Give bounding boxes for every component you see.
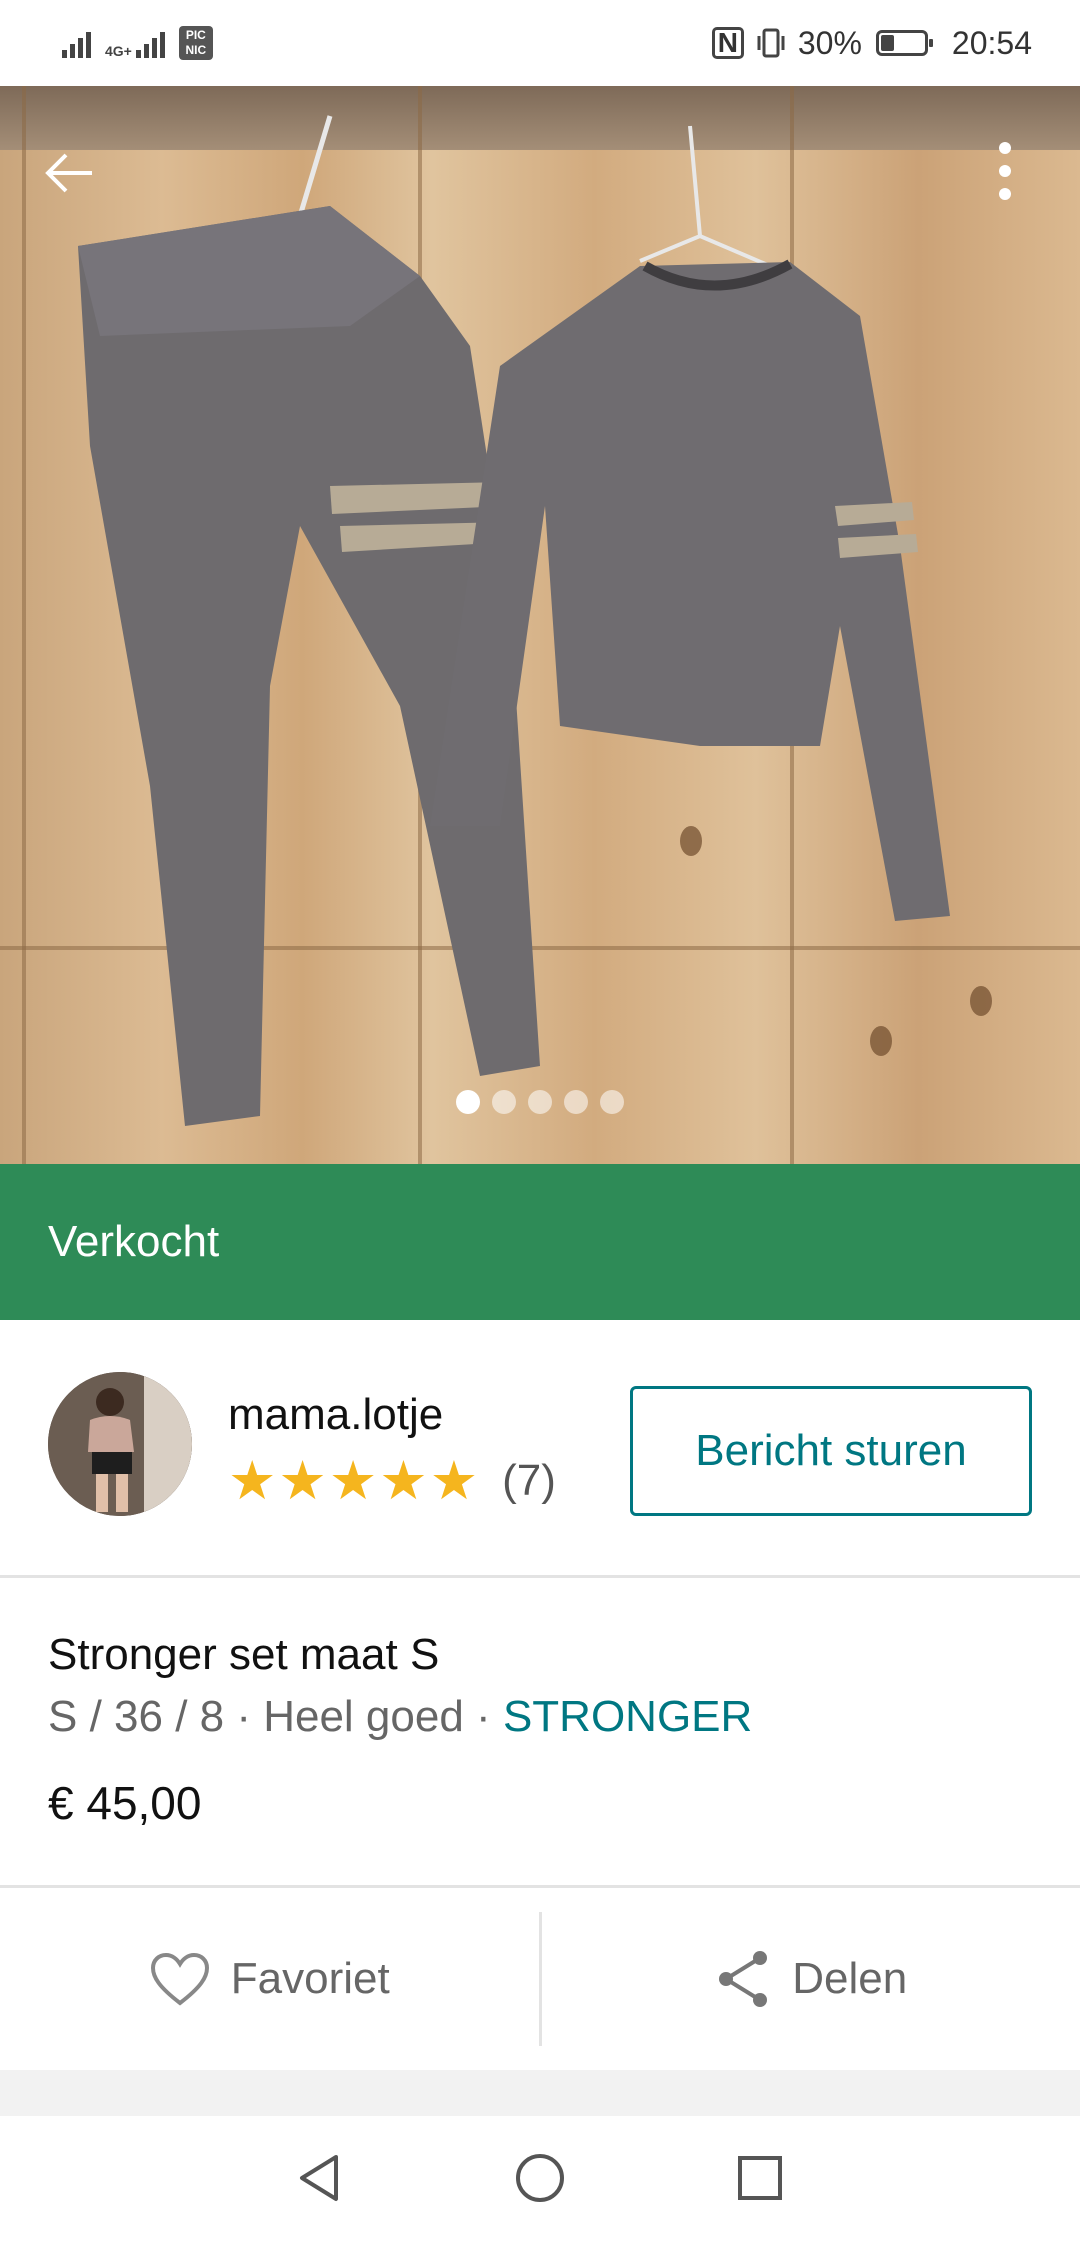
network-indicator: 4G+ bbox=[105, 28, 165, 58]
share-icon bbox=[719, 1951, 768, 2007]
clock: 20:54 bbox=[951, 24, 1032, 61]
battery-fill bbox=[880, 35, 894, 51]
more-options-button[interactable] bbox=[990, 136, 1020, 216]
seller-username[interactable]: mama.lotje bbox=[228, 1390, 443, 1440]
nav-recents-button[interactable] bbox=[736, 2154, 784, 2207]
avatar-image bbox=[48, 1372, 192, 1516]
sold-label: Verkocht bbox=[48, 1217, 220, 1266]
heart-icon bbox=[150, 1952, 209, 2006]
send-message-button[interactable]: Bericht sturen bbox=[630, 1386, 1032, 1516]
star-icon: ★ bbox=[228, 1451, 277, 1511]
star-icon: ★ bbox=[328, 1451, 378, 1511]
section-gap bbox=[0, 2070, 1080, 2116]
favorite-button[interactable]: Favoriet bbox=[0, 1888, 539, 2070]
status-bar: 4G+ PIC NIC N 30% 20:54 bbox=[0, 0, 1080, 86]
battery-percent: 30% bbox=[797, 24, 862, 61]
nav-home-button[interactable] bbox=[514, 2152, 566, 2209]
favorite-label: Favoriet bbox=[230, 1954, 390, 2003]
seller-section[interactable]: mama.lotje ★ ★ ★ ★ ★ (7) Bericht sturen bbox=[0, 1324, 1080, 1578]
avatar[interactable] bbox=[48, 1372, 192, 1516]
signal-icon bbox=[62, 28, 91, 58]
star-icon: ★ bbox=[278, 1451, 327, 1511]
clothing-photo bbox=[78, 115, 950, 1126]
arrow-left-icon bbox=[45, 153, 92, 193]
nfc-icon: N bbox=[711, 27, 744, 59]
seller-rating[interactable]: ★ ★ ★ ★ ★ (7) bbox=[228, 1454, 556, 1508]
item-brand-link[interactable]: STRONGER bbox=[503, 1692, 752, 1741]
separator: · bbox=[463, 1692, 503, 1741]
network-type-label: 4G+ bbox=[105, 43, 132, 59]
star-icon: ★ bbox=[429, 1451, 479, 1511]
circle-home-icon bbox=[516, 2153, 564, 2202]
item-actions: Favoriet Delen bbox=[0, 1888, 1080, 2070]
share-button[interactable]: Delen bbox=[542, 1888, 1080, 2070]
item-condition: Heel goed bbox=[263, 1692, 464, 1741]
item-size: S / 36 / 8 bbox=[48, 1692, 225, 1741]
status-right: N 30% 20:54 bbox=[711, 24, 1032, 62]
back-button[interactable] bbox=[42, 146, 96, 210]
more-vertical-icon bbox=[999, 142, 1011, 200]
pager-dot[interactable] bbox=[600, 1090, 624, 1114]
rating-stars: ★ ★ ★ ★ ★ bbox=[228, 1454, 480, 1508]
star-icon: ★ bbox=[379, 1451, 428, 1511]
battery-icon bbox=[875, 30, 933, 56]
signal-icon-2 bbox=[135, 28, 165, 58]
nav-back-button[interactable] bbox=[296, 2153, 344, 2208]
sold-banner: Verkocht bbox=[0, 1164, 1080, 1320]
square-recents-icon bbox=[738, 2155, 782, 2200]
picnic-app-icon: PIC NIC bbox=[178, 26, 213, 60]
photo-pager-dots[interactable] bbox=[0, 1090, 1080, 1114]
triangle-back-icon bbox=[300, 2154, 338, 2201]
item-price: € 45,00 bbox=[48, 1777, 202, 1829]
pager-dot[interactable] bbox=[528, 1090, 552, 1114]
share-label: Delen bbox=[792, 1954, 908, 2003]
vibrate-icon bbox=[757, 28, 785, 58]
pager-dot[interactable] bbox=[456, 1090, 480, 1114]
pager-dot[interactable] bbox=[492, 1090, 516, 1114]
item-title: Stronger set maat S bbox=[48, 1630, 440, 1679]
review-count: (7) bbox=[502, 1456, 556, 1505]
status-left: 4G+ PIC NIC bbox=[62, 26, 213, 60]
item-photo-gallery[interactable] bbox=[0, 86, 1080, 1164]
system-nav-bar bbox=[0, 2116, 1080, 2244]
item-meta: S / 36 / 8 · Heel goed · STRONGER bbox=[48, 1692, 752, 1742]
pager-dot[interactable] bbox=[564, 1090, 588, 1114]
separator: · bbox=[224, 1692, 264, 1741]
item-details: Stronger set maat S S / 36 / 8 · Heel go… bbox=[0, 1578, 1080, 1888]
